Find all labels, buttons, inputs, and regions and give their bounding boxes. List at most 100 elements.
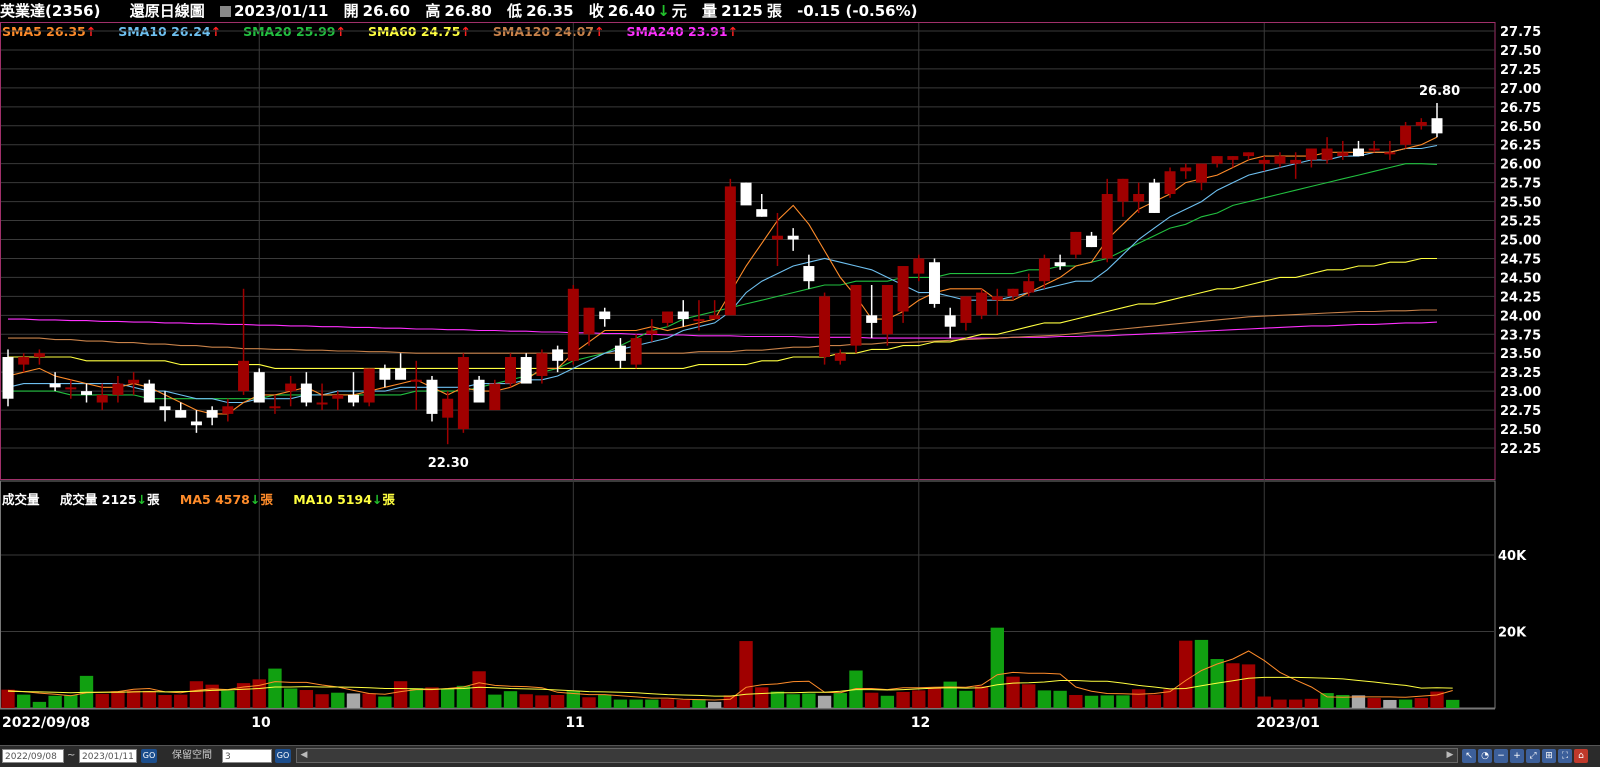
volume-bar	[943, 681, 957, 708]
candle-body	[834, 353, 846, 361]
candle-body	[347, 394, 359, 403]
close-label: 收	[588, 2, 604, 20]
scroll-left-icon[interactable]: ◀	[297, 749, 311, 762]
candle-body	[379, 368, 391, 380]
sma240-line	[8, 318, 1438, 339]
price-change: -0.15 (-0.56%)	[797, 2, 918, 20]
candle-body	[33, 353, 45, 358]
volume-bar	[786, 694, 800, 708]
expand-icon[interactable]: ⤢	[1526, 749, 1540, 763]
volume-tick-label: 20K	[1498, 626, 1527, 641]
date-dropdown[interactable]: 2023/01/11	[219, 2, 329, 20]
volume-bar	[880, 695, 895, 708]
volume-bar	[1022, 684, 1036, 708]
low-annotation: 22.30	[428, 456, 469, 471]
candle-body	[819, 296, 831, 358]
volume-bar	[205, 684, 219, 708]
candle-body	[49, 383, 61, 388]
price-tick-label: 27.25	[1500, 63, 1541, 78]
range-tilde: ~	[67, 750, 76, 761]
high-group: 高 26.80	[425, 2, 491, 20]
candle-body	[300, 383, 312, 403]
candle-body	[1243, 152, 1255, 157]
candle-body	[442, 398, 454, 418]
volume-bar	[174, 694, 188, 708]
scroll-right-icon[interactable]: ▶	[1443, 749, 1457, 762]
candle-body	[426, 379, 438, 414]
price-tick-label: 24.50	[1500, 271, 1541, 286]
volume-bar	[598, 694, 612, 708]
plus-icon[interactable]: +	[1510, 749, 1524, 763]
volume-bar	[142, 690, 157, 708]
volume-bar	[660, 699, 675, 708]
quote-date: 2023/01/11	[233, 2, 329, 20]
range-toolbar: 2022/09/08 ~ 2023/01/11 GO 保留空間 3 GO ◀ ▶…	[0, 745, 1600, 767]
volume-bar	[95, 693, 109, 708]
candle-body	[881, 284, 893, 335]
candle-body	[1007, 288, 1019, 297]
volume-bar	[425, 687, 439, 708]
candle-body	[1023, 281, 1035, 293]
candle-body	[128, 379, 140, 384]
volume-bar	[252, 679, 266, 708]
candle-body	[143, 383, 155, 403]
start-date-field[interactable]: 2022/09/08	[2, 749, 64, 763]
volume-bar	[1257, 696, 1271, 708]
candle-body	[520, 357, 532, 384]
candle-body	[787, 235, 799, 240]
price-tick-label: 25.75	[1500, 177, 1541, 192]
clock-icon[interactable]: ◔	[1478, 749, 1492, 763]
price-tick-label: 24.75	[1500, 252, 1541, 267]
candle-body	[206, 410, 218, 418]
split-icon[interactable]: ⊞	[1542, 749, 1556, 763]
close-value: 26.40	[607, 2, 656, 20]
end-date-field[interactable]: 2023/01/11	[79, 749, 137, 763]
open-label: 開	[343, 2, 359, 20]
volume-bar	[1320, 693, 1334, 708]
volume-bar	[268, 668, 282, 708]
high-annotation: 26.80	[1419, 84, 1460, 99]
stock-chart[interactable]: 22.25 22.50 22.75 23.00 23.25 23.50 23.75 24.00…	[0, 22, 1600, 744]
volume-bar	[1069, 694, 1083, 708]
candle-body	[614, 345, 626, 361]
x-tick-label: 2023/01	[1256, 715, 1320, 731]
candle-body	[630, 338, 642, 365]
candle-body	[410, 379, 422, 382]
volume-bar	[1053, 690, 1067, 708]
keep-space-field[interactable]: 3	[222, 749, 272, 763]
candle-body	[976, 292, 988, 316]
candle-body	[724, 186, 736, 316]
candle-body	[96, 394, 108, 403]
candle-body	[552, 349, 564, 361]
volume-bar	[833, 693, 847, 708]
minus-icon[interactable]: −	[1494, 749, 1508, 763]
chart-scrollbar[interactable]: ◀ ▶	[296, 748, 1458, 763]
volume-bar	[1273, 699, 1287, 708]
fullscreen-icon[interactable]: ⛶	[1558, 749, 1572, 763]
high-label: 高	[425, 2, 441, 20]
zoom-out-icon[interactable]: ↖	[1462, 749, 1476, 763]
candle-body	[81, 391, 93, 395]
candle-body	[190, 421, 202, 426]
chevron-down-icon[interactable]	[219, 6, 231, 17]
price-tick-label: 22.25	[1500, 442, 1541, 457]
price-tick-label: 27.75	[1500, 25, 1541, 40]
volume-group: 量 2125 張	[702, 2, 782, 20]
volume-bar	[1226, 663, 1240, 708]
volume-bar	[378, 696, 392, 708]
volume-bar	[896, 691, 910, 708]
go-button-2[interactable]: GO	[275, 749, 291, 763]
candle-body	[944, 315, 956, 327]
candle-body	[505, 357, 517, 384]
sma120-line	[8, 309, 1437, 354]
volume-tick-label: 40K	[1498, 549, 1527, 564]
candle-body	[709, 315, 721, 320]
volume-bar	[1414, 698, 1428, 708]
candle-body	[285, 383, 297, 392]
home-icon[interactable]: ⌂	[1574, 749, 1588, 763]
volume-bar	[331, 692, 345, 708]
volume-bar	[488, 694, 502, 708]
price-tick-label: 23.25	[1500, 366, 1541, 381]
go-button[interactable]: GO	[141, 749, 157, 763]
volume-bar	[912, 690, 926, 708]
